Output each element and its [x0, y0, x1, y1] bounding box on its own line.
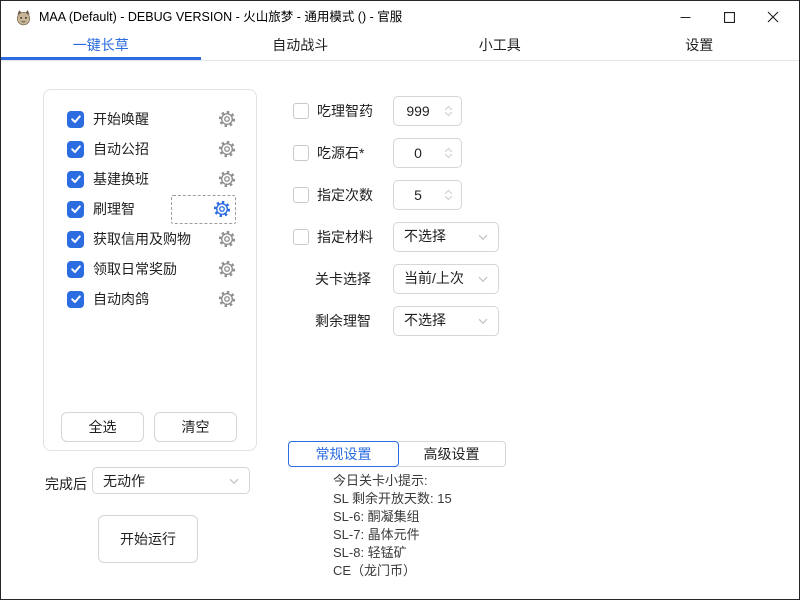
stone-input[interactable]: 0 [393, 138, 462, 168]
row-stage: 关卡选择 当前/上次 [293, 264, 503, 294]
gear-icon-active[interactable] [213, 200, 231, 218]
tab-advanced-settings[interactable]: 高级设置 [398, 441, 506, 467]
task-label: 自动肉鸽 [93, 289, 149, 309]
number-spinner-icon[interactable] [441, 145, 456, 161]
checkbox-wakeup[interactable] [67, 111, 84, 128]
titlebar: MAA (Default) - DEBUG VERSION - 火山旅梦 - 通… [1, 1, 799, 33]
select-all-button[interactable]: 全选 [61, 412, 144, 442]
gear-icon[interactable] [218, 290, 236, 308]
task-rows: 开始唤醒 自动公招 基建换班 刷理智 [44, 104, 256, 314]
chevron-down-icon [475, 271, 491, 287]
task-label: 领取日常奖励 [93, 259, 177, 279]
row-remaining-sanity: 剩余理智 不选择 [293, 306, 503, 336]
tab-general-settings[interactable]: 常规设置 [288, 441, 399, 467]
checkbox-roguelike[interactable] [67, 291, 84, 308]
material-select[interactable]: 不选择 [393, 222, 499, 252]
gear-focus-outline [171, 195, 236, 224]
close-button[interactable] [751, 2, 795, 32]
medicine-value: 999 [394, 97, 442, 125]
row-material: 指定材料 不选择 [293, 222, 503, 252]
times-label: 指定次数 [317, 180, 373, 210]
task-row-recruit: 自动公招 [44, 134, 256, 164]
task-label: 开始唤醒 [93, 109, 149, 129]
after-completion-label: 完成后 [45, 474, 87, 494]
tab-tools[interactable]: 小工具 [400, 33, 600, 60]
nav-tabbar: 一键长草 自动战斗 小工具 设置 [1, 33, 799, 61]
stage-value: 当前/上次 [404, 265, 464, 291]
gear-icon[interactable] [218, 140, 236, 158]
gear-icon[interactable] [218, 260, 236, 278]
checkbox-fight[interactable] [67, 201, 84, 218]
tab-farming[interactable]: 一键长草 [1, 33, 201, 60]
times-input[interactable]: 5 [393, 180, 462, 210]
chevron-down-icon [475, 229, 491, 245]
remaining-sanity-select[interactable]: 不选择 [393, 306, 499, 336]
checkbox-material[interactable] [293, 229, 309, 245]
task-row-base: 基建换班 [44, 164, 256, 194]
task-label: 刷理智 [93, 199, 135, 219]
after-completion-select[interactable]: 无动作 [92, 467, 250, 494]
task-label: 基建换班 [93, 169, 149, 189]
task-row-roguelike: 自动肉鸽 [44, 284, 256, 314]
gear-icon[interactable] [218, 170, 236, 188]
app-window: MAA (Default) - DEBUG VERSION - 火山旅梦 - 通… [0, 0, 800, 600]
app-icon [15, 9, 32, 26]
row-stone: 吃源石* 0 [293, 138, 503, 168]
task-row-credit: 获取信用及购物 [44, 224, 256, 254]
chevron-down-icon [226, 473, 242, 489]
checkbox-recruit[interactable] [67, 141, 84, 158]
window-title: MAA (Default) - DEBUG VERSION - 火山旅梦 - 通… [39, 1, 402, 33]
gear-icon[interactable] [218, 230, 236, 248]
tab-settings[interactable]: 设置 [600, 33, 800, 60]
remaining-sanity-value: 不选择 [404, 307, 446, 333]
tip-line: SL 剩余开放天数: 15 [333, 490, 452, 508]
tip-line: 今日关卡小提示: [333, 472, 452, 490]
chevron-down-icon [475, 313, 491, 329]
task-row-rewards: 领取日常奖励 [44, 254, 256, 284]
number-spinner-icon[interactable] [441, 103, 456, 119]
tip-line: SL-7: 晶体元件 [333, 526, 452, 544]
close-icon [767, 11, 779, 23]
clear-button[interactable]: 清空 [154, 412, 237, 442]
checkbox-rewards[interactable] [67, 261, 84, 278]
medicine-label: 吃理智药 [317, 96, 373, 126]
task-row-wakeup: 开始唤醒 [44, 104, 256, 134]
task-list-card: 开始唤醒 自动公招 基建换班 刷理智 [43, 89, 257, 451]
row-times: 指定次数 5 [293, 180, 503, 210]
minimize-button[interactable] [663, 2, 707, 32]
tip-line: CE（龙门币） [333, 562, 452, 580]
checkbox-times[interactable] [293, 187, 309, 203]
tip-line: SL-6: 酮凝集组 [333, 508, 452, 526]
task-row-fight: 刷理智 [44, 194, 256, 224]
tip-line: SL-8: 轻锰矿 [333, 544, 452, 562]
times-value: 5 [394, 181, 442, 209]
material-label: 指定材料 [317, 222, 373, 252]
medicine-input[interactable]: 999 [393, 96, 462, 126]
remaining-sanity-label: 剩余理智 [315, 306, 371, 336]
task-label: 自动公招 [93, 139, 149, 159]
number-spinner-icon[interactable] [441, 187, 456, 203]
stage-label: 关卡选择 [315, 264, 371, 294]
checkbox-medicine[interactable] [293, 103, 309, 119]
checkbox-base[interactable] [67, 171, 84, 188]
tab-auto-battle[interactable]: 自动战斗 [201, 33, 401, 60]
stone-value: 0 [394, 139, 442, 167]
stone-label: 吃源石* [317, 138, 364, 168]
task-label: 获取信用及购物 [93, 229, 191, 249]
material-value: 不选择 [404, 223, 446, 249]
after-completion-value: 无动作 [103, 468, 145, 494]
stage-select[interactable]: 当前/上次 [393, 264, 499, 294]
row-medicine: 吃理智药 999 [293, 96, 503, 126]
checkbox-stone[interactable] [293, 145, 309, 161]
gear-icon[interactable] [218, 110, 236, 128]
stage-tips: 今日关卡小提示: SL 剩余开放天数: 15 SL-6: 酮凝集组 SL-7: … [333, 472, 452, 580]
checkbox-credit[interactable] [67, 231, 84, 248]
window-controls [663, 2, 795, 32]
maximize-icon [724, 12, 735, 23]
maximize-button[interactable] [707, 2, 751, 32]
start-run-button[interactable]: 开始运行 [98, 515, 198, 563]
minimize-icon [680, 12, 691, 23]
